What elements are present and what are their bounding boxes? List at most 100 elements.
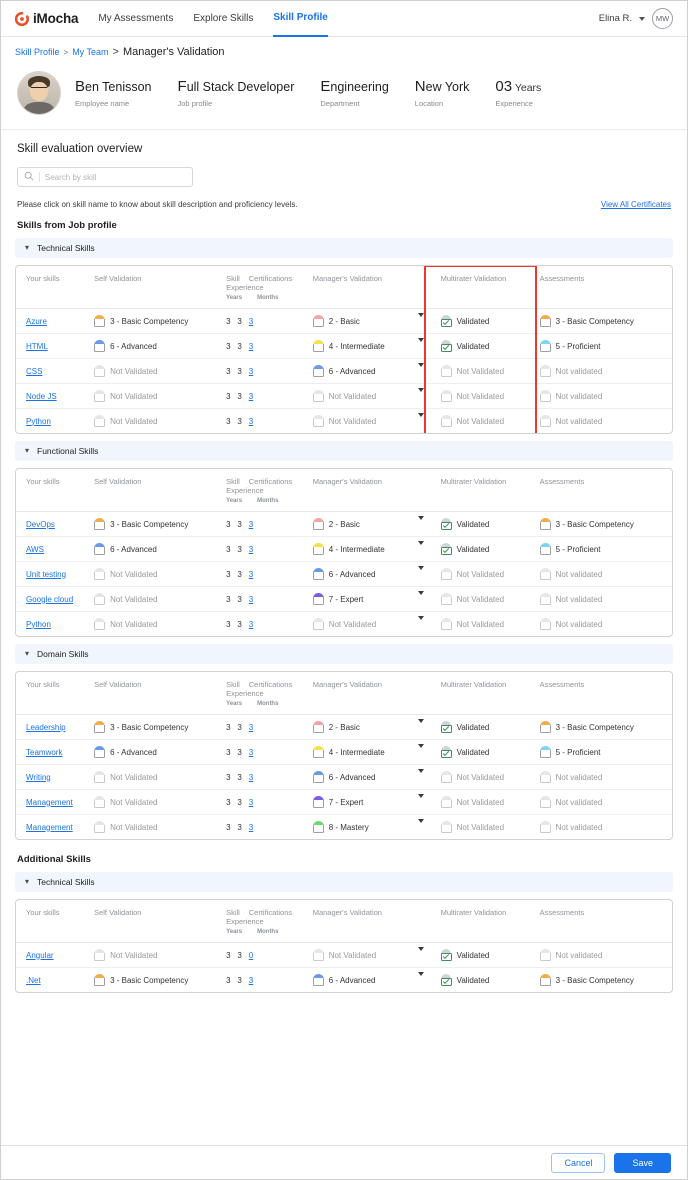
- manager-validation-dropdown-icon[interactable]: [417, 312, 424, 326]
- skill-name-link[interactable]: HTML: [26, 342, 48, 351]
- manager-validation-cell[interactable]: 6 - Advanced: [312, 568, 408, 580]
- multirater-validation-label: Not Validated: [456, 569, 505, 579]
- certifications-count-link[interactable]: 3: [249, 976, 253, 985]
- assessment-cell: Not validated: [539, 568, 672, 580]
- validated-check-icon: [440, 746, 452, 758]
- manager-validation-dropdown-icon[interactable]: [417, 387, 424, 401]
- accordion-technical-skills-3[interactable]: ▾ Technical Skills: [15, 872, 673, 892]
- certifications-count-link[interactable]: 3: [249, 773, 253, 782]
- skill-name-link[interactable]: Management: [26, 823, 73, 832]
- manager-validation-cell[interactable]: 2 - Basic: [312, 315, 408, 327]
- certifications-count-link[interactable]: 3: [249, 748, 253, 757]
- skill-name-link[interactable]: AWS: [26, 545, 44, 554]
- manager-validation-dropdown-icon[interactable]: [417, 818, 424, 832]
- certifications-count-link[interactable]: 3: [249, 570, 253, 579]
- multirater-validation-label: Validated: [456, 519, 490, 529]
- manager-validation-dropdown-icon[interactable]: [417, 337, 424, 351]
- nav-my-assessments[interactable]: My Assessments: [98, 1, 173, 37]
- experience-years: 3: [216, 739, 231, 765]
- search-skill-container[interactable]: [17, 167, 193, 187]
- manager-validation-cell[interactable]: 6 - Advanced: [312, 974, 408, 986]
- manager-validation-cell[interactable]: 4 - Intermediate: [312, 340, 408, 352]
- certifications-count-link[interactable]: 0: [249, 951, 253, 960]
- experience-years: 3: [216, 358, 231, 384]
- certifications-count-link[interactable]: 3: [249, 317, 253, 326]
- search-input[interactable]: [44, 172, 186, 182]
- skill-name-link[interactable]: Node JS: [26, 392, 57, 401]
- manager-validation-dropdown-icon[interactable]: [417, 515, 424, 529]
- manager-validation-cell[interactable]: 4 - Intermediate: [312, 746, 408, 758]
- avatar[interactable]: MW: [652, 8, 673, 29]
- manager-validation-dropdown-icon[interactable]: [417, 743, 424, 757]
- manager-validation-cell[interactable]: 7 - Expert: [312, 796, 408, 808]
- manager-validation-dropdown-icon[interactable]: [417, 768, 424, 782]
- manager-validation-cell[interactable]: 6 - Advanced: [312, 771, 408, 783]
- manager-validation-cell[interactable]: Not Validated: [312, 949, 408, 961]
- manager-validation-cell[interactable]: Not Validated: [312, 390, 408, 402]
- certifications-count-link[interactable]: 3: [249, 367, 253, 376]
- skill-name-link[interactable]: Teamwork: [26, 748, 62, 757]
- certifications-count-link[interactable]: 3: [249, 620, 253, 629]
- manager-validation-cell[interactable]: 2 - Basic: [312, 721, 408, 733]
- manager-validation-cell[interactable]: 7 - Expert: [312, 593, 408, 605]
- accordion-functional-skills-1[interactable]: ▾ Functional Skills: [15, 441, 673, 461]
- certifications-count-link[interactable]: 3: [249, 417, 253, 426]
- skill-name-link[interactable]: Unit testing: [26, 570, 66, 579]
- skill-name-link[interactable]: DevOps: [26, 520, 55, 529]
- nav-explore-skills[interactable]: Explore Skills: [193, 1, 253, 37]
- certifications-count-link[interactable]: 3: [249, 595, 253, 604]
- certifications-count-link[interactable]: 3: [249, 520, 253, 529]
- group-title-additional-skills: Additional Skills: [17, 854, 91, 865]
- view-all-certificates-link[interactable]: View All Certificates: [601, 200, 671, 209]
- multirater-validation-label: Not Validated: [456, 594, 505, 604]
- skill-name-link[interactable]: Writing: [26, 773, 51, 782]
- user-menu[interactable]: Elina R. MW: [599, 8, 673, 29]
- table-row: Leadership 3 - Basic Competency 3 3 3 2 - Bas…: [16, 714, 672, 740]
- skill-name-link[interactable]: Google cloud: [26, 595, 73, 604]
- manager-validation-cell[interactable]: 8 - Mastery: [312, 821, 408, 833]
- proficiency-badge-icon: [94, 618, 106, 630]
- certifications-count-link[interactable]: 3: [249, 823, 253, 832]
- certifications-count-link[interactable]: 3: [249, 723, 253, 732]
- skill-name-link[interactable]: CSS: [26, 367, 42, 376]
- manager-validation-dropdown-icon[interactable]: [417, 718, 424, 732]
- imocha-logo[interactable]: iMocha: [14, 11, 79, 26]
- self-validation-label: Not Validated: [110, 797, 158, 807]
- cancel-button[interactable]: Cancel: [551, 1152, 606, 1173]
- assessment-label: Not validated: [555, 594, 603, 604]
- skill-name-link[interactable]: Python: [26, 620, 51, 629]
- group-title-job-profile: Skills from Job profile: [17, 220, 117, 231]
- nav-skill-profile[interactable]: Skill Profile: [273, 1, 328, 37]
- accordion-domain-skills-2[interactable]: ▾ Domain Skills: [15, 644, 673, 664]
- manager-validation-dropdown-icon[interactable]: [417, 971, 424, 985]
- manager-validation-dropdown-icon[interactable]: [417, 793, 424, 807]
- manager-validation-cell[interactable]: 6 - Advanced: [312, 365, 408, 377]
- skill-name-link[interactable]: .Net: [26, 976, 41, 985]
- manager-validation-dropdown-icon[interactable]: [417, 565, 424, 579]
- breadcrumb-my-team[interactable]: My Team: [72, 47, 108, 57]
- certifications-count-link[interactable]: 3: [249, 342, 253, 351]
- table-row: AWS 6 - Advanced 3 3 3 4 - Intermediate Valida…: [16, 536, 672, 562]
- manager-validation-cell[interactable]: Not Validated: [312, 415, 408, 427]
- skill-name-link[interactable]: Angular: [26, 951, 54, 960]
- manager-validation-dropdown-icon[interactable]: [417, 590, 424, 604]
- certifications-count-link[interactable]: 3: [249, 392, 253, 401]
- skill-name-link[interactable]: Azure: [26, 317, 47, 326]
- certifications-count-link[interactable]: 3: [249, 545, 253, 554]
- breadcrumb-skill-profile[interactable]: Skill Profile: [15, 47, 60, 57]
- skill-name-link[interactable]: Leadership: [26, 723, 66, 732]
- save-button[interactable]: Save: [614, 1152, 671, 1173]
- manager-validation-cell[interactable]: 2 - Basic: [312, 518, 408, 530]
- accordion-technical-skills-0[interactable]: ▾ Technical Skills: [15, 238, 673, 258]
- manager-validation-dropdown-icon[interactable]: [417, 540, 424, 554]
- manager-validation-dropdown-icon[interactable]: [417, 946, 424, 960]
- manager-validation-dropdown-icon[interactable]: [417, 412, 424, 426]
- manager-validation-dropdown-icon[interactable]: [417, 362, 424, 376]
- skill-name-link[interactable]: Python: [26, 417, 51, 426]
- chevron-down-icon: ▾: [25, 877, 30, 886]
- manager-validation-cell[interactable]: Not Validated: [312, 618, 408, 630]
- skill-name-link[interactable]: Management: [26, 798, 73, 807]
- manager-validation-cell[interactable]: 4 - Intermediate: [312, 543, 408, 555]
- manager-validation-dropdown-icon[interactable]: [417, 615, 424, 629]
- certifications-count-link[interactable]: 3: [249, 798, 253, 807]
